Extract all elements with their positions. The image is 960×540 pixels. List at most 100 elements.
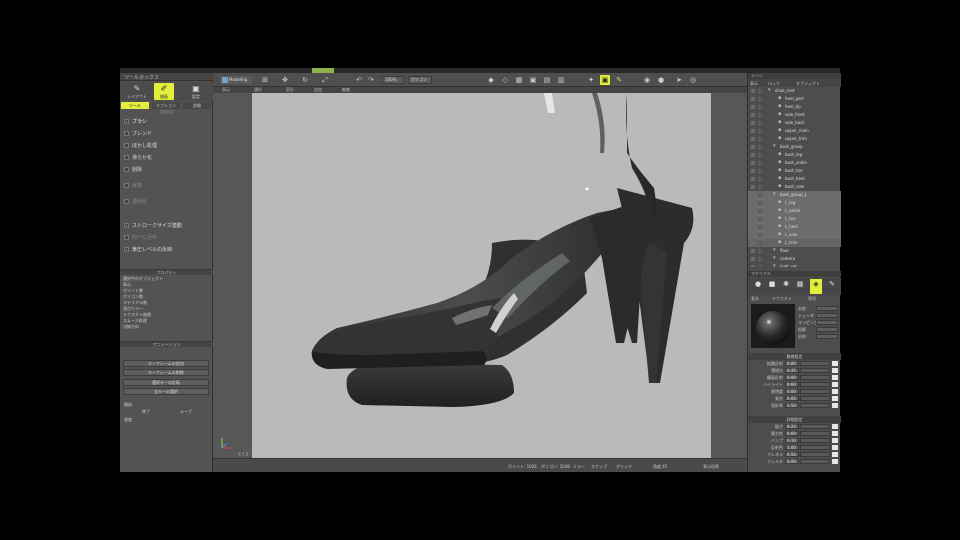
prop-field[interactable]: [816, 327, 838, 332]
lock-icon[interactable]: [758, 177, 762, 181]
eye-icon[interactable]: [751, 169, 755, 173]
tab-detail[interactable]: 詳細: [183, 102, 211, 109]
lock-icon[interactable]: [758, 129, 762, 133]
undo-icon[interactable]: ↶: [354, 75, 364, 85]
param-value[interactable]: 0.00: [785, 431, 799, 436]
param-value[interactable]: 0.20: [785, 424, 799, 429]
lock-icon[interactable]: [758, 201, 762, 205]
expand-icon[interactable]: ▾: [773, 192, 778, 197]
param-slider[interactable]: [800, 431, 830, 436]
layer-row[interactable]: ▪ heel_part: [748, 95, 841, 103]
lock-icon[interactable]: [758, 233, 762, 237]
lock-icon[interactable]: [758, 241, 762, 245]
checkbox[interactable]: [124, 167, 129, 172]
option-blur[interactable]: ぼかし処理: [122, 141, 211, 150]
zoom-field[interactable]: 100%: [382, 76, 404, 84]
tab-tool[interactable]: ツール: [121, 102, 149, 109]
3d-viewport[interactable]: [252, 93, 711, 458]
lock-icon[interactable]: [758, 249, 762, 253]
vertex-icon[interactable]: ◆: [486, 75, 496, 85]
option-smooth[interactable]: 滑らか化: [122, 153, 211, 162]
tab-options[interactable]: オプション: [152, 102, 180, 109]
edge-icon[interactable]: ◇: [500, 75, 510, 85]
eye-icon[interactable]: [751, 129, 755, 133]
sculpt-icon[interactable]: ✎: [614, 75, 624, 85]
lock-icon[interactable]: [758, 209, 762, 213]
param-slider[interactable]: [800, 403, 830, 408]
param-value[interactable]: 0.00: [785, 389, 799, 394]
cube-icon[interactable]: ■: [766, 279, 778, 294]
light-icon[interactable]: ✦: [586, 75, 596, 85]
lock-icon[interactable]: [758, 145, 762, 149]
param-slider[interactable]: [800, 452, 830, 457]
camera-icon[interactable]: ◎: [688, 75, 698, 85]
color-swatch[interactable]: [832, 452, 838, 457]
option-stroke-size[interactable]: ストロークサイズ連動: [122, 221, 211, 230]
layer-row[interactable]: ▪ sole_back: [748, 119, 841, 127]
layer-row[interactable]: ▾ boot_group: [748, 143, 841, 151]
expand-icon[interactable]: ▾: [773, 144, 778, 149]
param-value[interactable]: 0.50: [785, 452, 799, 457]
add-keyframe-button[interactable]: キーフレームの追加: [123, 360, 209, 367]
eye-icon[interactable]: [751, 209, 755, 213]
layer-row[interactable]: ▪ L_ankle: [748, 207, 841, 215]
param-slider[interactable]: [800, 382, 830, 387]
layer-row[interactable]: ▪ L_toe: [748, 215, 841, 223]
grid-icon[interactable]: ⊞: [260, 75, 270, 85]
param-slider[interactable]: [800, 361, 830, 366]
option-delete[interactable]: 削除: [122, 165, 211, 174]
layer-row[interactable]: ▪ boot_leg: [748, 151, 841, 159]
layer-row[interactable]: ▪ upper_main: [748, 127, 841, 135]
scale-icon[interactable]: ⤢: [320, 75, 330, 85]
option-invert[interactable]: 反転: [122, 181, 211, 190]
prop-field[interactable]: [816, 313, 838, 318]
color-swatch[interactable]: [832, 389, 838, 394]
render-icon[interactable]: ◉: [642, 75, 652, 85]
pointer-icon[interactable]: ➤: [674, 75, 684, 85]
texture-icon[interactable]: ▦: [794, 279, 806, 294]
rotate-icon[interactable]: ↻: [300, 75, 310, 85]
lock-icon[interactable]: [758, 89, 762, 93]
param-slider[interactable]: [800, 396, 830, 401]
lock-icon[interactable]: [758, 161, 762, 165]
status-mirror[interactable]: ミラー: [573, 464, 585, 470]
layer-row[interactable]: ▾ camera: [748, 255, 841, 263]
layer-row[interactable]: ▪ boot_heel: [748, 175, 841, 183]
option-pressure[interactable]: 筆圧レベルの反映: [122, 245, 211, 254]
param-value[interactable]: 1.00: [785, 445, 799, 450]
param-slider[interactable]: [800, 375, 830, 380]
sphere-icon[interactable]: ●: [752, 279, 764, 294]
settings-tool-button[interactable]: ▣ 設定: [186, 83, 206, 100]
color-swatch[interactable]: [832, 375, 838, 380]
eye-icon[interactable]: [751, 105, 755, 109]
expand-icon[interactable]: ▾: [773, 264, 778, 268]
checkbox[interactable]: [124, 131, 129, 136]
layer-row[interactable]: ▪ L_sole: [748, 231, 841, 239]
lock-icon[interactable]: [758, 257, 762, 261]
color-swatch[interactable]: [832, 431, 838, 436]
select-all-keys-button[interactable]: 全キーの選択: [123, 388, 209, 395]
object-icon[interactable]: ▣: [528, 75, 538, 85]
mode-field[interactable]: ポリゴン: [408, 76, 432, 84]
layer-row[interactable]: ▪ upper_trim: [748, 135, 841, 143]
tab-texture[interactable]: テクスチャ: [772, 296, 792, 302]
eye-icon[interactable]: [751, 225, 755, 229]
eye-icon[interactable]: [751, 265, 755, 267]
lock-icon[interactable]: [758, 185, 762, 189]
param-value[interactable]: 1.50: [785, 403, 799, 408]
eye-icon[interactable]: [751, 233, 755, 237]
eye-icon[interactable]: [751, 145, 755, 149]
checkbox[interactable]: [124, 155, 129, 160]
param-value[interactable]: 0.35: [785, 368, 799, 373]
layer-row[interactable]: ▪ boot_sole: [748, 183, 841, 191]
layer-row[interactable]: ▾ shoe_root: [748, 87, 841, 95]
workspace-tab[interactable]: Modeling: [220, 76, 252, 84]
param-slider[interactable]: [800, 424, 830, 429]
delete-keyframe-button[interactable]: キーフレームの削除: [123, 369, 209, 376]
checkbox[interactable]: [124, 235, 129, 240]
material-preview[interactable]: [751, 304, 795, 348]
light-bulb-icon[interactable]: ✺: [780, 279, 792, 294]
prop-field[interactable]: [816, 306, 838, 311]
expand-icon[interactable]: ▾: [773, 248, 778, 253]
layer-row[interactable]: ▪ L_trim: [748, 239, 841, 247]
